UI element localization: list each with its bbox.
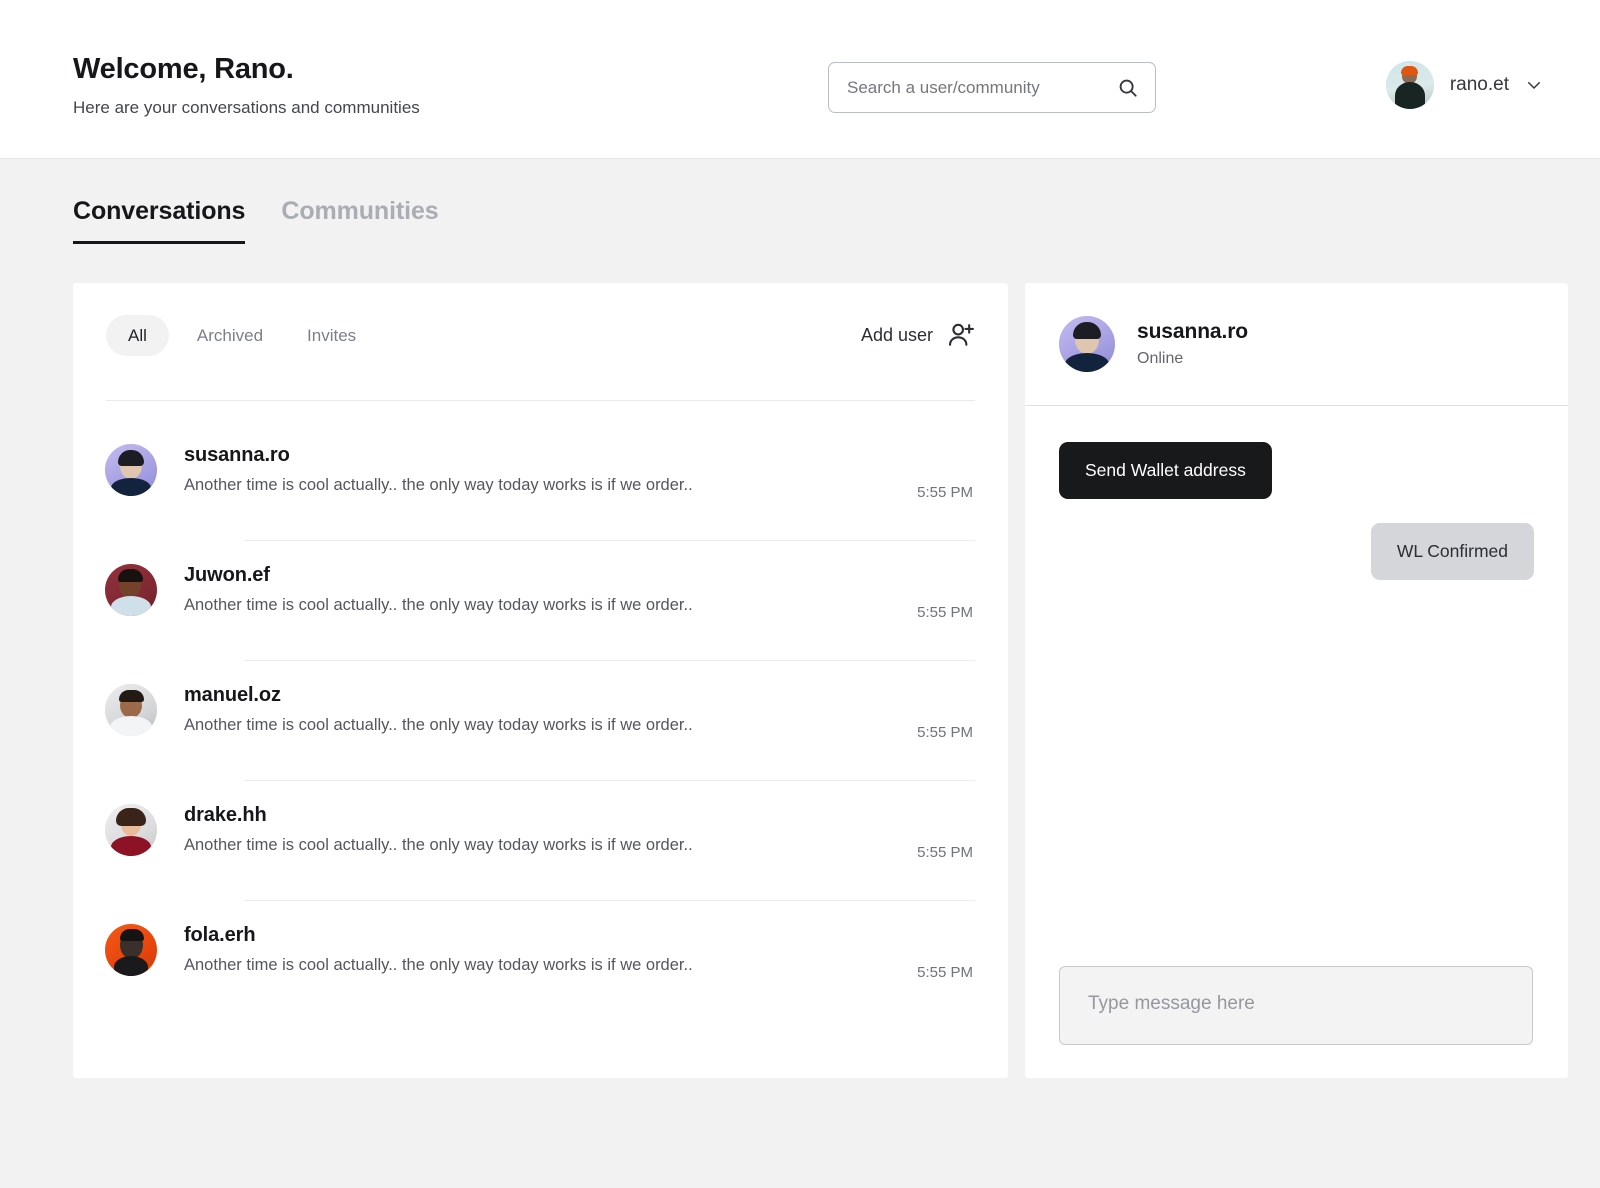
add-user-label: Add user xyxy=(860,324,933,345)
conversation-preview: Another time is cool actually.. the only… xyxy=(184,716,693,734)
conversation-name: susanna.ro xyxy=(184,444,290,466)
avatar xyxy=(1385,61,1434,109)
welcome-block: Welcome, Rano. Here are your conversatio… xyxy=(73,52,420,118)
list-item[interactable]: drake.hh Another time is cool actually..… xyxy=(73,781,1008,901)
list-item[interactable]: Juwon.ef Another time is cool actually..… xyxy=(73,541,1008,661)
conversation-name: drake.hh xyxy=(184,804,267,826)
page-subtitle: Here are your conversations and communit… xyxy=(73,97,420,117)
message-input[interactable] xyxy=(1059,966,1533,1045)
app-header: Welcome, Rano. Here are your conversatio… xyxy=(0,0,1600,159)
avatar xyxy=(105,924,157,976)
tab-conversations[interactable]: Conversations xyxy=(73,197,245,244)
filter-archived[interactable]: Archived xyxy=(175,315,285,356)
conversation-time: 5:55 PM xyxy=(917,484,973,501)
search-icon[interactable] xyxy=(1117,77,1139,99)
conversation-list: susanna.ro Another time is cool actually… xyxy=(73,421,1008,1021)
conversation-time: 5:55 PM xyxy=(917,724,973,741)
conversation-preview: Another time is cool actually.. the only… xyxy=(184,836,693,854)
message-thread: Send Wallet address WL Confirmed xyxy=(1025,406,1568,961)
chat-header: susanna.ro Online xyxy=(1025,283,1568,406)
list-item[interactable]: susanna.ro Another time is cool actually… xyxy=(73,421,1008,541)
search-box[interactable] xyxy=(828,62,1156,113)
user-menu-label: rano.et xyxy=(1449,74,1509,95)
conversation-preview: Another time is cool actually.. the only… xyxy=(184,476,693,494)
list-item[interactable]: manuel.oz Another time is cool actually.… xyxy=(73,661,1008,781)
message-composer xyxy=(1059,966,1533,1045)
conversation-time: 5:55 PM xyxy=(917,604,973,621)
conversation-list-panel: All Archived Invites Add user susanna.ro… xyxy=(73,283,1008,1078)
chat-peer-info: susanna.ro Online xyxy=(1137,320,1248,368)
avatar xyxy=(1059,316,1115,372)
page-title: Welcome, Rano. xyxy=(73,53,294,85)
add-user-button[interactable]: Add user xyxy=(861,321,975,349)
main-tabs: Conversations Communities xyxy=(73,197,439,244)
status-badge: Online xyxy=(1137,350,1184,367)
avatar xyxy=(105,444,157,496)
chevron-down-icon[interactable] xyxy=(1525,76,1543,94)
avatar xyxy=(105,684,157,736)
avatar xyxy=(105,804,157,856)
filter-all[interactable]: All xyxy=(106,314,169,356)
message-bubble-outgoing: WL Confirmed xyxy=(1370,523,1534,580)
filter-invites[interactable]: Invites xyxy=(285,315,378,356)
tab-communities[interactable]: Communities xyxy=(281,197,438,241)
search-input[interactable] xyxy=(847,77,1117,98)
conversation-preview: Another time is cool actually.. the only… xyxy=(184,596,693,614)
add-user-icon[interactable] xyxy=(947,321,975,349)
conversation-name: fola.erh xyxy=(184,924,256,946)
chat-peer-name: susanna.ro xyxy=(1137,320,1249,343)
user-menu[interactable]: rano.et xyxy=(1385,61,1543,109)
message-bubble-incoming: Send Wallet address xyxy=(1059,442,1272,499)
toolbar-divider xyxy=(106,400,975,401)
conversation-time: 5:55 PM xyxy=(917,844,973,861)
list-item-content: fola.erh Another time is cool actually..… xyxy=(184,923,1008,975)
conversation-name: Juwon.ef xyxy=(184,564,270,586)
conversation-preview: Another time is cool actually.. the only… xyxy=(184,956,693,974)
list-item[interactable]: fola.erh Another time is cool actually..… xyxy=(73,901,1008,1021)
conversation-name: manuel.oz xyxy=(184,684,281,706)
conversation-time: 5:55 PM xyxy=(917,964,973,981)
list-item-content: drake.hh Another time is cool actually..… xyxy=(184,803,1008,855)
list-item-content: Juwon.ef Another time is cool actually..… xyxy=(184,563,1008,615)
chat-panel: susanna.ro Online Send Wallet address WL… xyxy=(1025,283,1568,1078)
list-toolbar: All Archived Invites Add user xyxy=(106,312,975,358)
avatar xyxy=(105,564,157,616)
list-item-content: manuel.oz Another time is cool actually.… xyxy=(184,683,1008,735)
list-item-content: susanna.ro Another time is cool actually… xyxy=(184,443,1008,495)
